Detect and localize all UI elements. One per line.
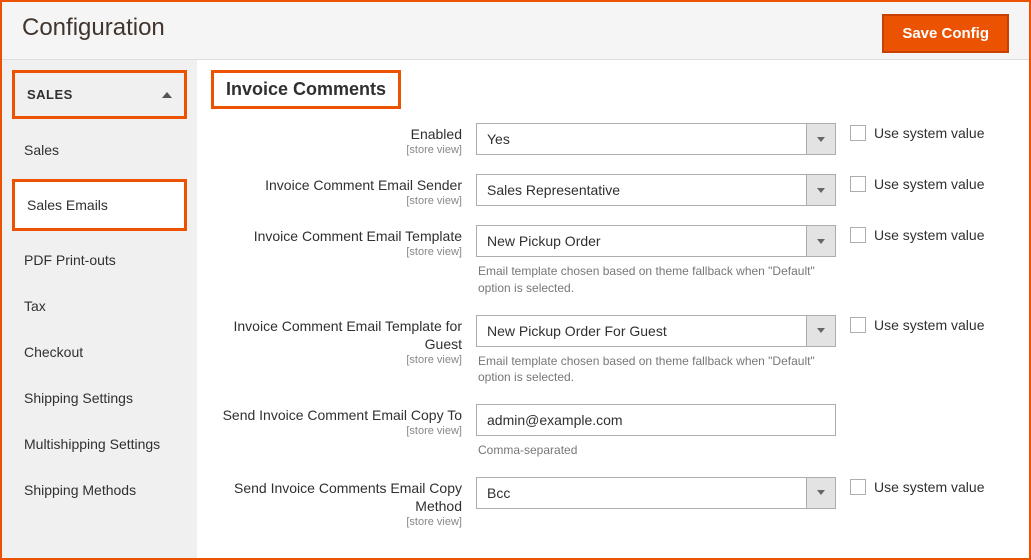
copy-to-input[interactable]: [476, 404, 836, 436]
sidebar-item-sales-emails[interactable]: Sales Emails: [12, 179, 187, 231]
sidebar-item-multishipping[interactable]: Multishipping Settings: [12, 421, 187, 467]
page-title: Configuration: [22, 14, 165, 42]
copy-to-hint: Comma-separated: [476, 436, 836, 459]
copy-method-select[interactable]: Bcc: [476, 477, 836, 509]
use-system-label: Use system value: [874, 125, 984, 141]
copy-method-use-system-checkbox[interactable]: [850, 479, 866, 495]
scope-label: [store view]: [211, 246, 462, 258]
section-title: Invoice Comments: [211, 70, 401, 109]
chevron-up-icon: [162, 92, 172, 98]
copy-to-label: Send Invoice Comment Email Copy To: [223, 407, 462, 423]
sender-use-system-checkbox[interactable]: [850, 176, 866, 192]
template-guest-value: New Pickup Order For Guest: [476, 315, 806, 347]
scope-label: [store view]: [211, 195, 462, 207]
enabled-value: Yes: [476, 123, 806, 155]
sidebar-item-shipping-methods[interactable]: Shipping Methods: [12, 467, 187, 513]
template-guest-label: Invoice Comment Email Template for Guest: [234, 318, 463, 352]
template-use-system-checkbox[interactable]: [850, 227, 866, 243]
template-value: New Pickup Order: [476, 225, 806, 257]
save-config-button[interactable]: Save Config: [882, 14, 1009, 53]
template-guest-use-system-checkbox[interactable]: [850, 317, 866, 333]
main-content: Invoice Comments Enabled [store view] Ye…: [197, 60, 1029, 558]
template-guest-select[interactable]: New Pickup Order For Guest: [476, 315, 836, 347]
scope-label: [store view]: [211, 425, 462, 437]
chevron-down-icon: [806, 225, 836, 257]
chevron-down-icon: [806, 315, 836, 347]
enabled-use-system-checkbox[interactable]: [850, 125, 866, 141]
sender-value: Sales Representative: [476, 174, 806, 206]
sender-select[interactable]: Sales Representative: [476, 174, 836, 206]
enabled-select[interactable]: Yes: [476, 123, 836, 155]
sidebar-item-pdf[interactable]: PDF Print-outs: [12, 237, 187, 283]
scope-label: [store view]: [211, 144, 462, 156]
use-system-label: Use system value: [874, 176, 984, 192]
sidebar-item-shipping-settings[interactable]: Shipping Settings: [12, 375, 187, 421]
copy-method-value: Bcc: [476, 477, 806, 509]
chevron-down-icon: [806, 477, 836, 509]
copy-method-label: Send Invoice Comments Email Copy Method: [234, 480, 462, 514]
enabled-label: Enabled: [411, 126, 462, 142]
template-select[interactable]: New Pickup Order: [476, 225, 836, 257]
sidebar-item-checkout[interactable]: Checkout: [12, 329, 187, 375]
template-guest-hint: Email template chosen based on theme fal…: [476, 347, 836, 387]
use-system-label: Use system value: [874, 479, 984, 495]
use-system-label: Use system value: [874, 227, 984, 243]
chevron-down-icon: [806, 174, 836, 206]
sender-label: Invoice Comment Email Sender: [265, 177, 462, 193]
template-hint: Email template chosen based on theme fal…: [476, 257, 836, 297]
sidebar: SALES Sales Sales Emails PDF Print-outs …: [2, 60, 197, 558]
sidebar-item-sales[interactable]: Sales: [12, 127, 187, 173]
use-system-label: Use system value: [874, 317, 984, 333]
sidebar-item-tax[interactable]: Tax: [12, 283, 187, 329]
scope-label: [store view]: [211, 354, 462, 366]
template-label: Invoice Comment Email Template: [254, 228, 462, 244]
chevron-down-icon: [806, 123, 836, 155]
scope-label: [store view]: [211, 516, 462, 528]
sidebar-group-sales[interactable]: SALES: [12, 70, 187, 119]
sidebar-group-label: SALES: [27, 87, 73, 102]
